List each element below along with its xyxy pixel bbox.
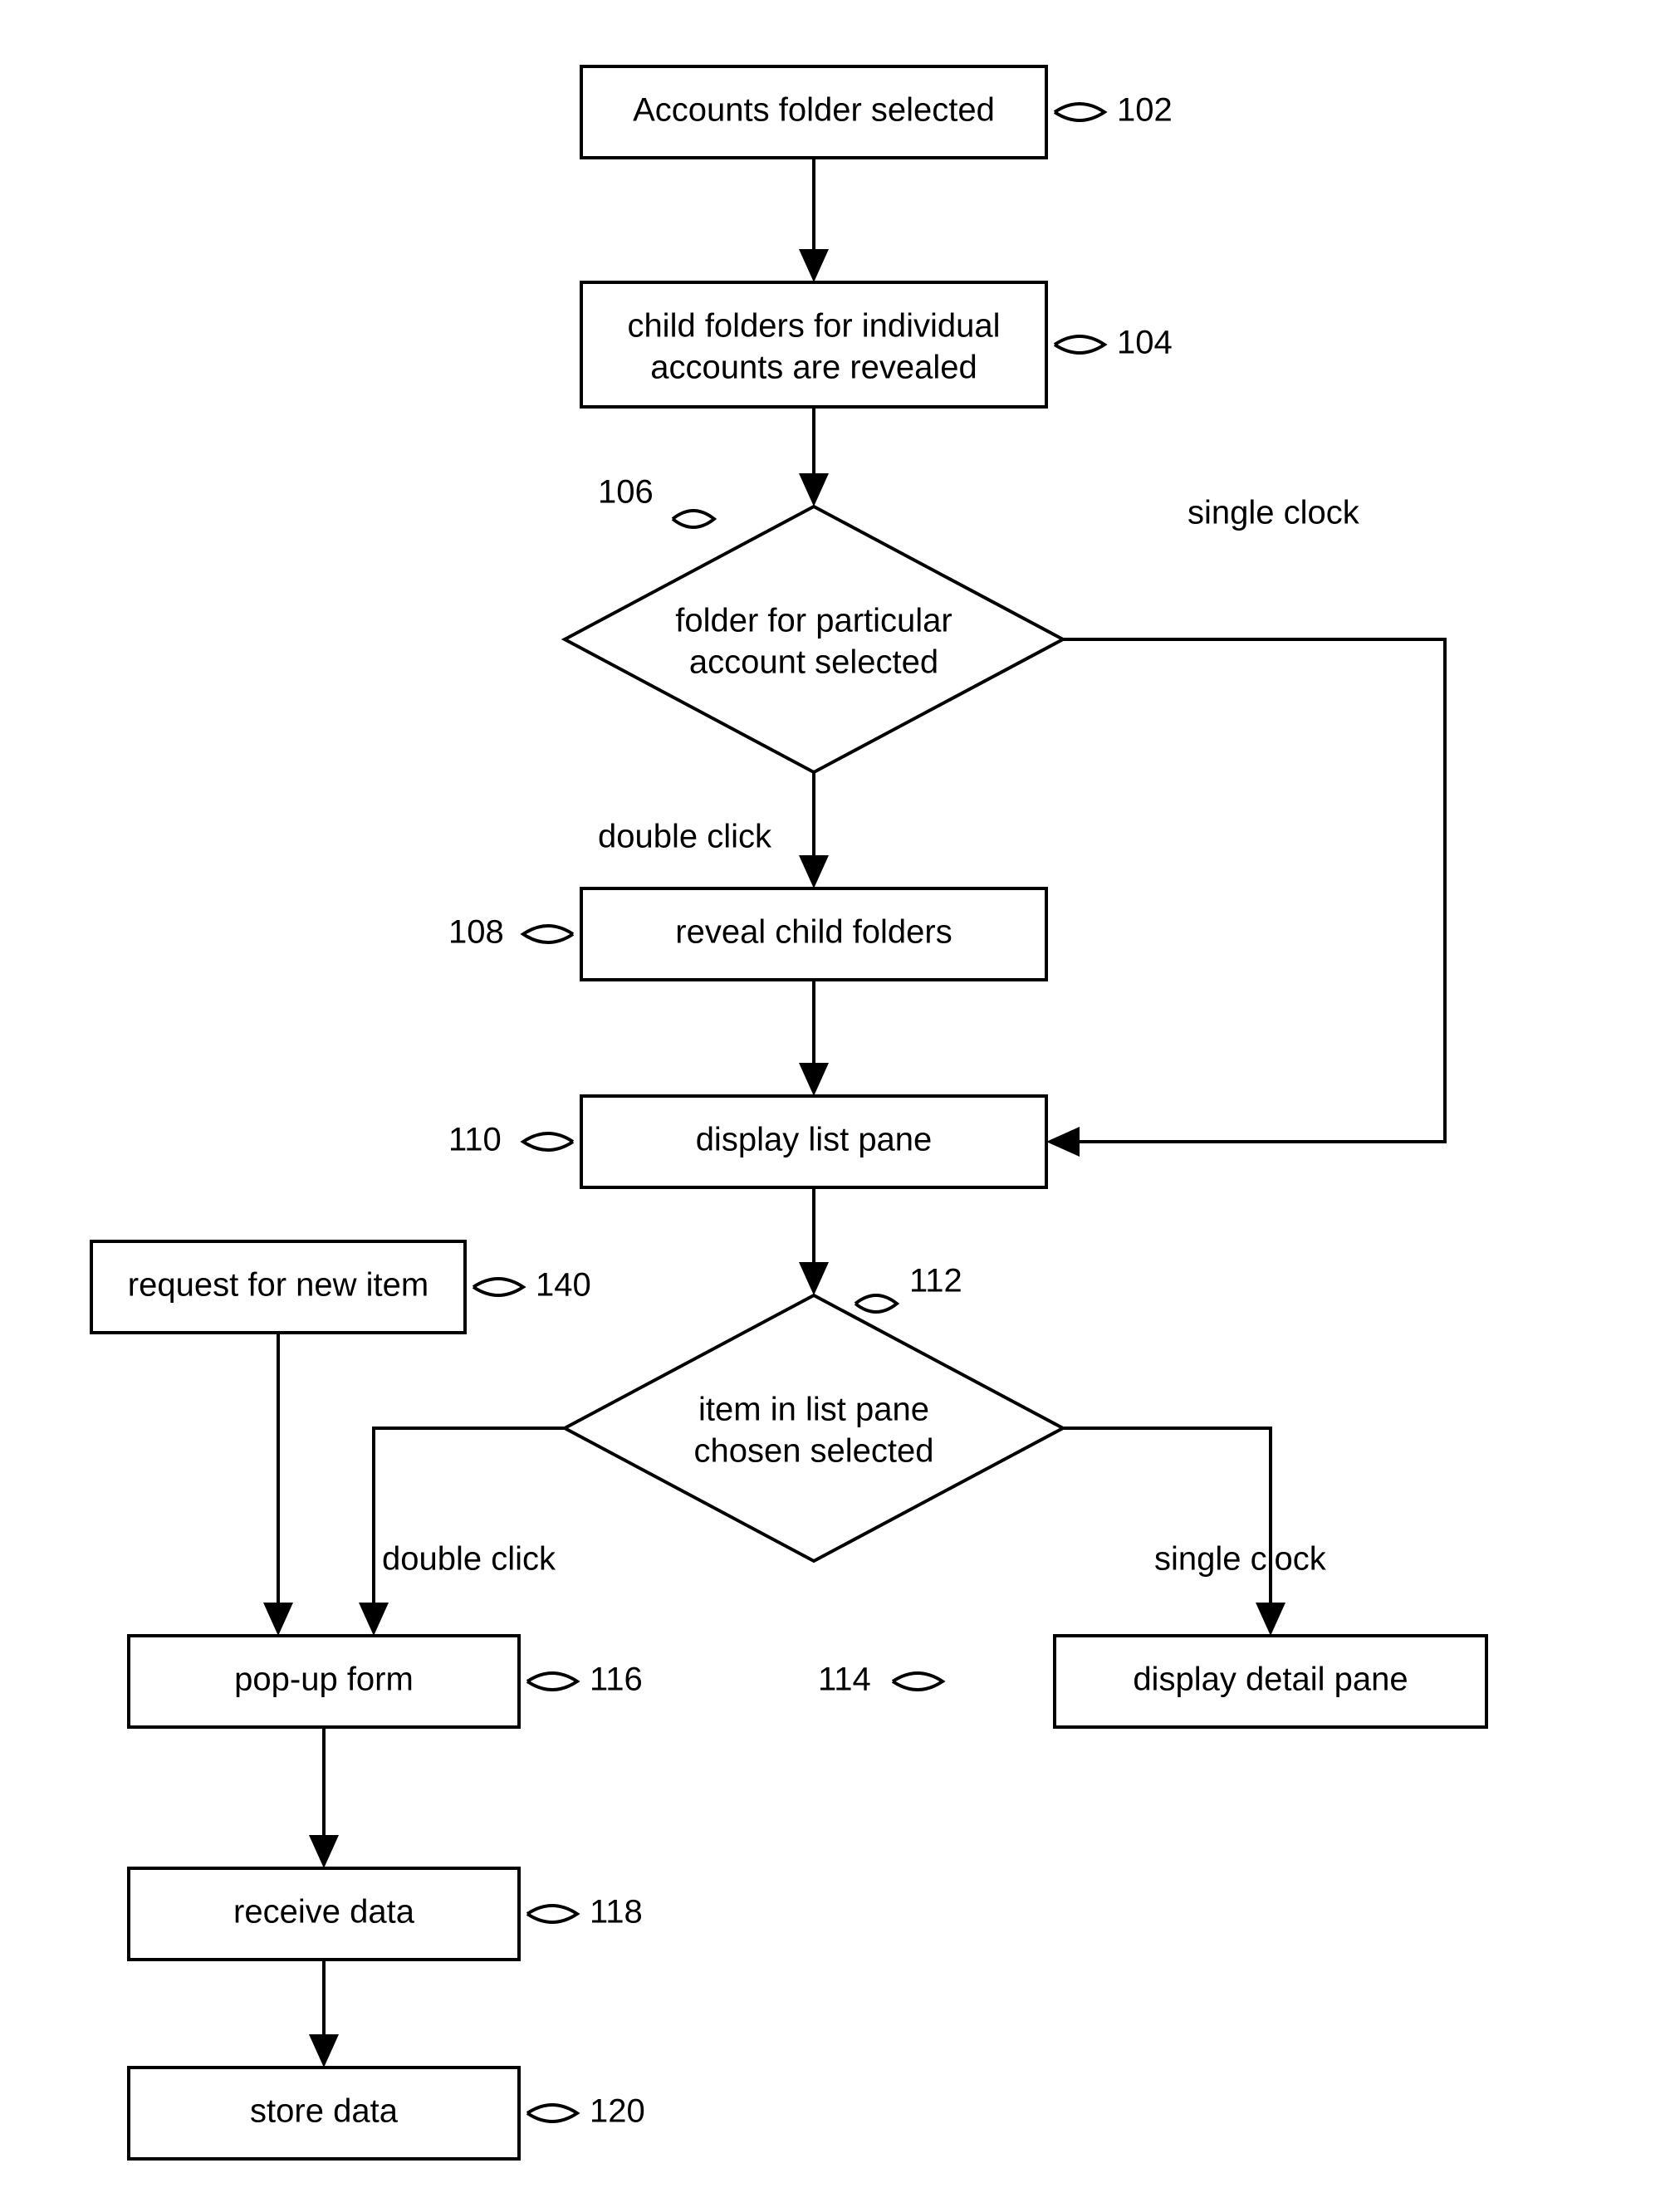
edge-112-left-label: double click [382,1541,556,1578]
arrow-140-116 [263,1333,293,1636]
node-104-text-l2: accounts are revealed [650,350,977,386]
node-118-text: receive data [233,1894,415,1931]
arrow-118-120 [309,1960,339,2068]
arrow-110-112 [799,1187,829,1295]
label-104: 104 [1117,325,1173,361]
node-110: display list pane [581,1096,1046,1187]
callout-118: 118 [527,1894,643,1931]
node-120: store data [129,2068,519,2159]
node-140: request for new item [91,1241,465,1333]
edge-106-down-label: double click [598,819,772,855]
node-114-text: display detail pane [1133,1661,1408,1698]
callout-120: 120 [527,2093,645,2130]
edge-106-right-label: single clock [1188,495,1360,531]
node-116: pop-up form [129,1636,519,1727]
arrow-116-118 [309,1727,339,1868]
arrow-112-116 [359,1428,565,1636]
edge-112-right-label: single clock [1154,1541,1327,1578]
node-120-text: store data [250,2093,399,2130]
arrow-106-110 [1046,639,1445,1157]
label-112: 112 [909,1263,962,1299]
callout-114: 114 [818,1661,943,1698]
node-118: receive data [129,1868,519,1960]
label-120: 120 [590,2093,645,2130]
node-112-text-l1: item in list pane [698,1392,929,1428]
node-112-text-l2: chosen selected [693,1433,933,1470]
label-106: 106 [598,474,654,511]
node-110-text: display list pane [696,1122,933,1158]
arrow-104-106 [799,407,829,507]
label-116: 116 [590,1661,643,1698]
label-108: 108 [448,914,504,951]
node-106-text-l1: folder for particular [675,603,952,639]
node-108: reveal child folders [581,888,1046,980]
node-116-text: pop-up form [234,1661,414,1698]
arrow-106-108 [799,772,829,888]
label-102: 102 [1117,92,1173,129]
node-112: item in list pane chosen selected [565,1295,1063,1561]
label-140: 140 [536,1267,591,1304]
node-106-text-l2: account selected [689,644,938,681]
node-104: child folders for individual accounts ar… [581,282,1046,407]
arrow-112-114 [1063,1428,1285,1636]
node-140-text: request for new item [128,1267,428,1304]
callout-110: 110 [448,1122,573,1158]
node-102-text: Accounts folder selected [633,92,995,129]
node-106: folder for particular account selected [565,507,1063,772]
callout-112: 112 [855,1263,962,1312]
label-110: 110 [448,1122,502,1158]
callout-140: 140 [473,1267,591,1304]
callout-102: 102 [1055,92,1173,129]
callout-104: 104 [1055,325,1173,361]
callout-108: 108 [448,914,573,951]
node-102: Accounts folder selected [581,66,1046,158]
node-108-text: reveal child folders [675,914,952,951]
arrow-102-104 [799,158,829,282]
label-118: 118 [590,1894,643,1931]
callout-116: 116 [527,1661,643,1698]
arrow-108-110 [799,980,829,1096]
node-104-text-l1: child folders for individual [627,308,1000,345]
callout-106: 106 [598,474,714,527]
node-114: display detail pane [1055,1636,1486,1727]
label-114: 114 [818,1661,871,1698]
